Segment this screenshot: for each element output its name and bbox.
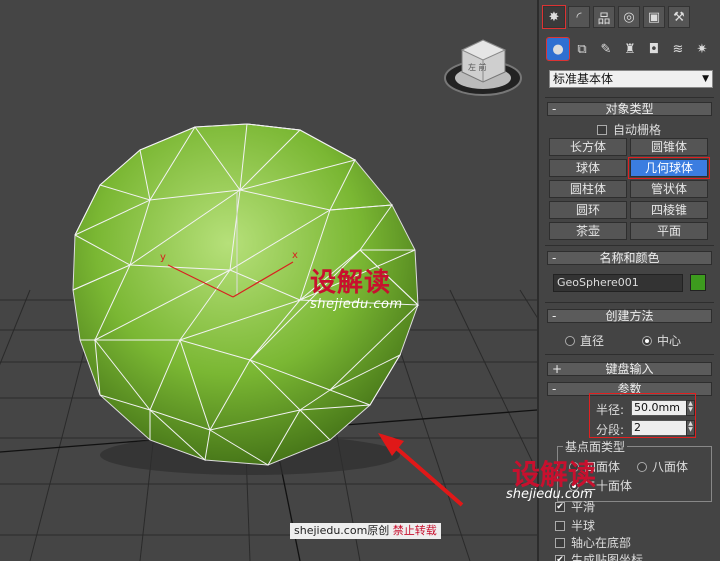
octa-label: 八面体	[652, 460, 689, 474]
name-color-rollout-header[interactable]: - 名称和颜色	[547, 251, 712, 265]
hemisphere-checkbox[interactable]: 半球	[555, 517, 595, 534]
edge-radio-label: 直径	[580, 334, 605, 348]
cameras-icon[interactable]: ♜	[619, 38, 641, 60]
divider	[545, 302, 714, 303]
creation-method-header-label: 创建方法	[605, 309, 654, 323]
footer-note: shejiedu.com原创 禁止转载	[290, 523, 441, 539]
gen-mapping-label: 生成贴图坐标	[571, 553, 644, 561]
divider	[545, 354, 714, 355]
perspective-viewport[interactable]: y x 左 前 设解读 shejiedu.com shejiedu.com原创 …	[0, 0, 537, 561]
helpers-icon[interactable]: ◘	[643, 38, 665, 60]
pyramid-button[interactable]: 四棱锥	[630, 201, 708, 219]
viewport-scene: y x 左 前	[0, 39, 537, 561]
display-tab-icon[interactable]: ▣	[643, 6, 665, 28]
params-highlight	[589, 393, 696, 438]
footer-original: 原创	[367, 524, 390, 537]
keyboard-entry-header-label: 键盘输入	[605, 362, 654, 376]
watermark: 设解读 shejiedu.com	[310, 262, 403, 312]
object-type-header-label: 对象类型	[605, 102, 654, 116]
utilities-tab-icon[interactable]: ⚒	[668, 6, 690, 28]
teapot-button[interactable]: 茶壶	[549, 222, 627, 240]
command-panel-tabs: ✸ ◜ 品 ◎ ▣ ⚒	[542, 5, 690, 29]
create-subcategory-tabs: ● ⧉ ✎ ♜ ◘ ≋ ✷	[546, 37, 713, 61]
category-dropdown[interactable]: 标准基本体 ▼	[549, 70, 713, 88]
name-color-header-label: 名称和颜色	[599, 251, 660, 265]
systems-icon[interactable]: ✷	[691, 38, 713, 60]
watermark-url: shejiedu.com	[310, 297, 403, 312]
hemisphere-label: 半球	[571, 519, 596, 533]
autogrid-label: 自动栅格	[613, 123, 662, 137]
divider	[545, 245, 714, 246]
lights-icon[interactable]: ✎	[595, 38, 617, 60]
box-button[interactable]: 长方体	[549, 138, 627, 156]
watermark-secondary: 设解读 shejiedu.com	[506, 453, 596, 502]
geometry-icon[interactable]: ●	[546, 37, 570, 61]
autogrid-box[interactable]	[597, 124, 607, 135]
center-radio[interactable]: 中心	[642, 332, 681, 349]
gen-mapping-checkbox[interactable]: ✔ 生成贴图坐标	[555, 551, 643, 561]
watermark-secondary-url: shejiedu.com	[506, 487, 593, 502]
base-pivot-label: 轴心在底部	[571, 536, 632, 550]
sphere-button[interactable]: 球体	[549, 159, 627, 177]
watermark-brand: 设解读	[310, 268, 392, 298]
axis-x-label: x	[292, 250, 298, 261]
annotation-arrow	[378, 433, 464, 507]
edge-radio[interactable]: 直径	[565, 332, 604, 349]
create-tab-icon[interactable]: ✸	[542, 5, 566, 29]
autogrid-checkbox[interactable]: 自动栅格	[597, 121, 661, 138]
cone-button[interactable]: 圆锥体	[630, 138, 708, 156]
shapes-icon[interactable]: ⧉	[571, 38, 593, 60]
creation-method-rollout-header[interactable]: - 创建方法	[547, 309, 712, 323]
footer-no-repost: 禁止转载	[392, 524, 437, 537]
spacewarps-icon[interactable]: ≋	[667, 38, 689, 60]
divider	[545, 97, 714, 98]
cylinder-button[interactable]: 圆柱体	[549, 180, 627, 198]
octa-radio[interactable]: 八面体	[637, 458, 688, 475]
geosphere-highlight	[628, 157, 710, 179]
center-radio-label: 中心	[657, 334, 682, 348]
tube-button[interactable]: 管状体	[630, 180, 708, 198]
modify-tab-icon[interactable]: ◜	[568, 6, 590, 28]
plane-button[interactable]: 平面	[630, 222, 708, 240]
chevron-down-icon: ▼	[702, 74, 709, 84]
base-pivot-checkbox[interactable]: 轴心在底部	[555, 534, 631, 551]
object-color-swatch[interactable]	[690, 274, 706, 291]
torus-button[interactable]: 圆环	[549, 201, 627, 219]
axis-y-label: y	[160, 252, 166, 263]
viewcube-label: 左 前	[468, 62, 487, 72]
keyboard-entry-rollout-header[interactable]: + 键盘输入	[547, 362, 712, 376]
object-name-input[interactable]: GeoSphere001	[553, 274, 683, 292]
category-dropdown-value: 标准基本体	[553, 72, 614, 86]
footer-site: shejiedu.com	[294, 524, 368, 537]
motion-tab-icon[interactable]: ◎	[618, 6, 640, 28]
object-type-rollout-header[interactable]: - 对象类型	[547, 102, 712, 116]
hierarchy-tab-icon[interactable]: 品	[593, 6, 615, 28]
